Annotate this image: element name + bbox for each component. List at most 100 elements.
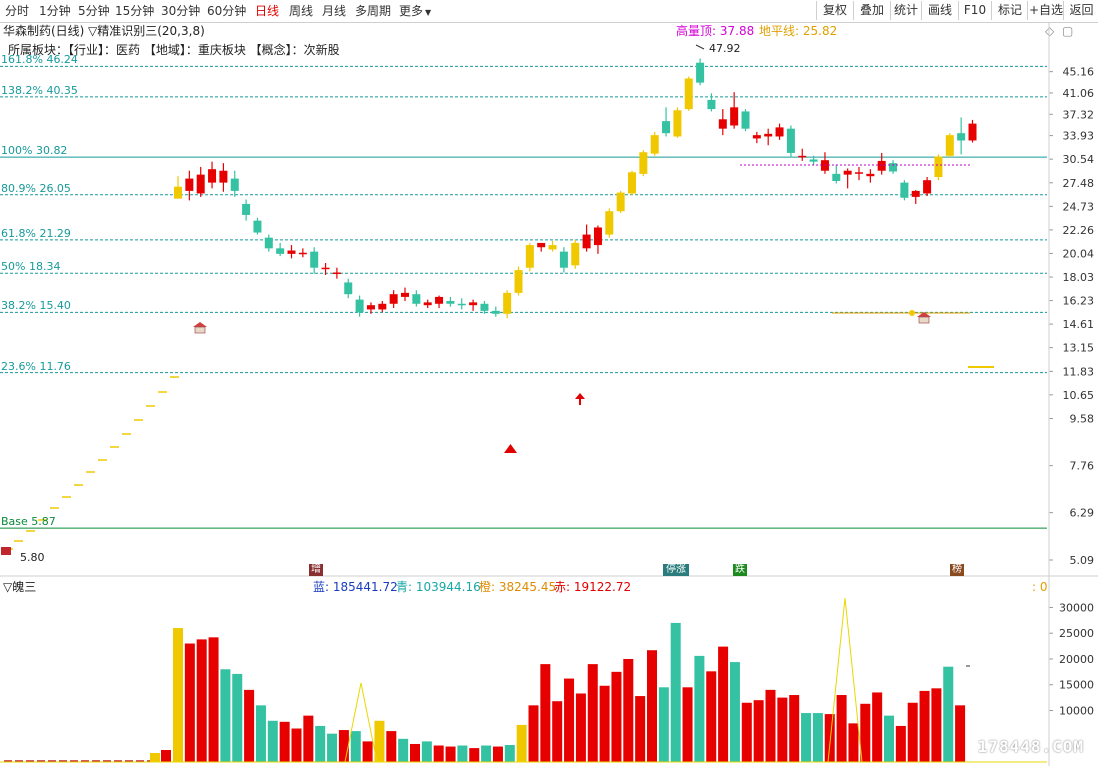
house-icon: [193, 322, 207, 327]
candle-body: [934, 156, 943, 177]
volume-bar: [635, 696, 646, 762]
volume-bar: [504, 745, 515, 762]
legend-cyan: 青: 103944.16: [396, 580, 481, 594]
candle-body: [832, 173, 841, 181]
volume-bars: [0, 597, 1047, 763]
volume-bar: [469, 748, 480, 762]
fib-label: 38.2% 15.40: [1, 299, 71, 313]
volume-bar: [540, 664, 551, 762]
candle-body: [537, 242, 546, 248]
marker-list[interactable]: 榜: [950, 564, 964, 576]
watermark: 178448.COM: [977, 737, 1084, 756]
price-tick-label: 5.09: [1070, 554, 1095, 567]
volume-bar: [836, 695, 847, 762]
volume-bar: [421, 741, 432, 762]
volume-bar: [812, 713, 823, 762]
fib-label: 50% 18.34: [1, 260, 61, 274]
volume-bar: [457, 745, 468, 762]
volume-bar: [611, 671, 622, 762]
marker-limit-up[interactable]: 停涨: [663, 564, 689, 576]
volume-tick-label: 20000: [1059, 653, 1094, 666]
volume-bar: [279, 721, 290, 762]
volume-bar: [670, 622, 681, 762]
candle-body: [332, 272, 341, 275]
volume-bar: [433, 745, 444, 762]
candle-body: [673, 110, 682, 137]
candle-body: [741, 111, 750, 129]
fib-label: 80.9% 26.05: [1, 181, 71, 195]
up-arrow-icon: [575, 393, 585, 399]
candle-body: [310, 251, 319, 268]
fib-label: 161.8% 46.24: [1, 53, 78, 67]
candle-body: [457, 303, 466, 306]
price-tick-label: 6.29: [1070, 507, 1095, 520]
volume-bar: [528, 705, 539, 762]
volume-bar: [931, 688, 942, 762]
candle-body: [866, 173, 875, 177]
volume-bar: [327, 733, 338, 762]
price-tick-label: 37.32: [1063, 108, 1095, 121]
chart-decorations: [0, 22, 1098, 766]
kline-chart[interactable]: 45.16 41.06 37.32 33.93 30.54 27.48 24.73 22.26…: [0, 0, 1098, 766]
candle-body: [662, 121, 671, 134]
price-tick-label: 22.26: [1063, 224, 1095, 237]
volume-bar: [338, 730, 349, 762]
legend-orange: 橙: 38245.45: [479, 580, 557, 594]
candle-body: [752, 135, 761, 139]
volume-tick-label: 10000: [1059, 704, 1094, 717]
candle-body: [208, 169, 217, 183]
volume-bar: [907, 702, 918, 762]
candle-body: [435, 296, 444, 304]
house-icon-body: [918, 316, 930, 324]
candle-body: [559, 251, 568, 268]
volume-bar: [350, 731, 361, 762]
volume-tick-label: 15000: [1059, 679, 1094, 692]
volume-bar: [765, 689, 776, 762]
volume-bar: [398, 738, 409, 762]
candle-body: [877, 160, 886, 171]
price-tick-label: 14.61: [1063, 318, 1095, 331]
peak-pointer: [695, 44, 705, 50]
candle-body: [298, 252, 307, 255]
price-tick-label: 13.15: [1063, 342, 1095, 355]
candle-body: [571, 242, 580, 266]
base-price-label: 5.80: [20, 551, 45, 564]
volume-bar: [220, 669, 231, 762]
candle-body: [707, 99, 716, 110]
volume-bar: [315, 725, 326, 762]
price-tick-label: 16.23: [1063, 295, 1095, 308]
price-axis: 45.16 41.06 37.32 33.93 30.54 27.48 24.73 22.26…: [1049, 66, 1094, 567]
marker-drop[interactable]: 跌: [733, 564, 747, 576]
volume-bar: [658, 687, 669, 762]
volume-bar: [647, 650, 657, 762]
candle-body: [593, 227, 602, 246]
volume-bar: [150, 753, 160, 762]
volume-bar: [481, 745, 492, 762]
volume-bar: [682, 687, 693, 762]
volume-indicator-title[interactable]: ▽魄三: [3, 580, 36, 594]
volume-axis: 30000 25000 20000 15000 10000: [1049, 601, 1094, 717]
volume-bar: [184, 643, 195, 762]
volume-bar: [706, 671, 717, 762]
volume-bar: [587, 664, 598, 762]
signal-dot: [909, 310, 915, 316]
price-tick-label: 41.06: [1063, 87, 1095, 100]
candle-body: [968, 123, 977, 141]
candle-body: [855, 172, 863, 174]
volume-bar: [410, 743, 420, 762]
price-tick-label: 33.93: [1063, 130, 1095, 143]
candle-body: [366, 305, 375, 310]
volume-bar: [255, 705, 266, 762]
candle-body: [219, 170, 228, 183]
volume-zero-label: : 0: [1032, 580, 1048, 594]
price-tick-label: 20.04: [1063, 247, 1095, 260]
candle-body: [889, 163, 898, 172]
candle-body: [264, 237, 273, 249]
first-candle: [1, 547, 11, 555]
price-tick-label: 27.48: [1063, 177, 1095, 190]
buy-signal-icon: [504, 444, 517, 453]
candle-body: [344, 282, 353, 295]
marker-increase[interactable]: 增: [309, 564, 323, 576]
candle-body: [253, 220, 262, 233]
volume-bar: [208, 637, 219, 762]
